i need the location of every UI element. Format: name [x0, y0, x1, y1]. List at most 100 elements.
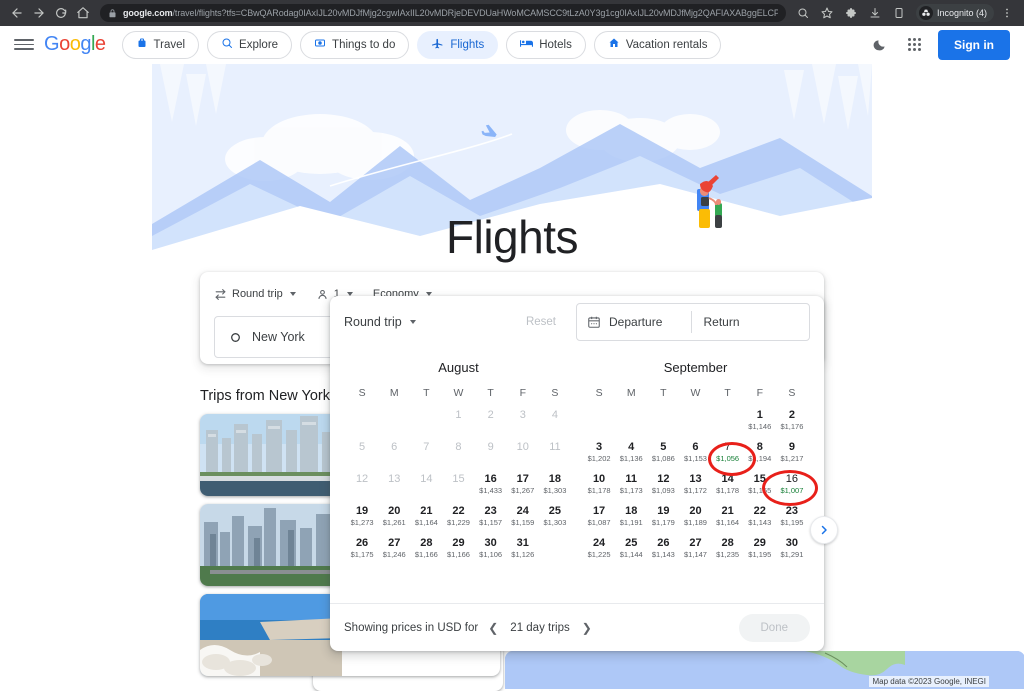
chrome-menu-icon[interactable]: [996, 2, 1018, 24]
nav-chip-explore[interactable]: Explore: [207, 30, 293, 59]
calendar-day-august-24[interactable]: 24 $1,159: [507, 505, 539, 535]
calendar-day-september-20[interactable]: 20 $1,189: [679, 505, 711, 535]
calendar-day-september-17[interactable]: 17 $1,087: [583, 505, 615, 535]
main-menu-icon[interactable]: [14, 35, 34, 55]
dialog-trip-type-selector[interactable]: Round trip: [344, 315, 416, 329]
calendar-day-september-19[interactable]: 19 $1,179: [647, 505, 679, 535]
nav-chip-flights[interactable]: Flights: [417, 30, 499, 59]
address-bar[interactable]: google.com/travel/flights?tfs=CBwQARodag…: [100, 4, 786, 22]
calendar-day-september-11[interactable]: 11 $1,173: [615, 473, 647, 503]
calendar-day-september-28[interactable]: 28 $1,235: [712, 537, 744, 567]
calendar-day-august-25[interactable]: 25 $1,303: [539, 505, 571, 535]
sign-in-button[interactable]: Sign in: [938, 29, 1010, 60]
calendar-day-september-12[interactable]: 12 $1,093: [647, 473, 679, 503]
day-number: 22: [452, 505, 465, 517]
calendar-day-august-19[interactable]: 19 $1,273: [346, 505, 378, 535]
calendar-day-september-27[interactable]: 27 $1,147: [679, 537, 711, 567]
calendar-day-september-10[interactable]: 10 $1,178: [583, 473, 615, 503]
calendar-week-row: 19 $1,273 20 $1,261 21 $1,164 22 $1,229 23 $1,157…: [346, 505, 571, 535]
calendar-day-september-3[interactable]: 3 $1,202: [583, 441, 615, 471]
url-path: /travel/flights?tfs=CBwQARodag0IAxIJL20v…: [172, 8, 778, 18]
done-button[interactable]: Done: [738, 613, 810, 642]
calendar-day-august-20[interactable]: 20 $1,261: [378, 505, 410, 535]
month-september: September SMTWTFS 1 $1,146 2 $1,176 3 $1,202 4…: [577, 354, 814, 603]
moon-icon[interactable]: [870, 35, 890, 55]
apps-grid-icon[interactable]: [904, 35, 924, 55]
nav-chip-travel[interactable]: Travel: [121, 30, 200, 59]
calendar-day-september-18[interactable]: 18 $1,191: [615, 505, 647, 535]
calendar-day-september-26[interactable]: 26 $1,143: [647, 537, 679, 567]
calendar-day-august-7: 7: [410, 441, 442, 471]
calendar-day-september-16[interactable]: 16 $1,007: [776, 473, 808, 503]
calendar-day-september-22[interactable]: 22 $1,143: [744, 505, 776, 535]
calendar-day-august-10: 10: [507, 441, 539, 471]
next-month-button[interactable]: [810, 516, 838, 544]
calendar-day-september-24[interactable]: 24 $1,225: [583, 537, 615, 567]
calendar-day-september-7[interactable]: 7 $1,056: [712, 441, 744, 471]
day-price: $1,146: [748, 422, 772, 431]
forward-button[interactable]: [28, 2, 50, 24]
calendar-day-september-21[interactable]: 21 $1,164: [712, 505, 744, 535]
day-number: 12: [355, 473, 369, 485]
calendar-day-august-22[interactable]: 22 $1,229: [442, 505, 474, 535]
downloads-icon[interactable]: [864, 2, 886, 24]
calendar-day-august-21[interactable]: 21 $1,164: [410, 505, 442, 535]
trip-type-selector[interactable]: Round trip: [214, 288, 296, 301]
prev-trip-length-button[interactable]: ❮: [488, 621, 498, 635]
lock-icon: [109, 8, 116, 17]
incognito-profile-button[interactable]: Incognito (4): [915, 4, 994, 22]
calendar-day-september-25[interactable]: 25 $1,144: [615, 537, 647, 567]
day-price: $1,246: [382, 550, 406, 559]
departure-input[interactable]: Departure: [577, 315, 691, 329]
zoom-icon[interactable]: [792, 2, 814, 24]
google-logo[interactable]: Google: [44, 33, 106, 56]
calendar-day-september-1[interactable]: 1 $1,146: [744, 409, 776, 439]
weekday-label: S: [358, 387, 366, 399]
calendar-day-august-16[interactable]: 16 $1,433: [475, 473, 507, 503]
devices-icon[interactable]: [888, 2, 910, 24]
day-number: 27: [388, 537, 401, 549]
calendar-day-september-2[interactable]: 2 $1,176: [776, 409, 808, 439]
calendar-day-august-23[interactable]: 23 $1,157: [475, 505, 507, 535]
weekday-label: S: [788, 387, 796, 399]
home-button[interactable]: [72, 2, 94, 24]
calendar-day-september-13[interactable]: 13 $1,172: [679, 473, 711, 503]
calendar-day-september-15[interactable]: 15 $1,165: [744, 473, 776, 503]
next-trip-length-button[interactable]: ❯: [582, 621, 592, 635]
calendar-day-august-28[interactable]: 28 $1,166: [410, 537, 442, 567]
reload-button[interactable]: [50, 2, 72, 24]
calendar-day-september-5[interactable]: 5 $1,086: [647, 441, 679, 471]
calendar-day-august-30[interactable]: 30 $1,106: [475, 537, 507, 567]
calendar-day-september-4[interactable]: 4 $1,136: [615, 441, 647, 471]
calendar-day-august-27[interactable]: 27 $1,246: [378, 537, 410, 567]
back-button[interactable]: [6, 2, 28, 24]
bookmark-star-icon[interactable]: [816, 2, 838, 24]
extensions-icon[interactable]: [840, 2, 862, 24]
calendar-day-september-8[interactable]: 8 $1,194: [744, 441, 776, 471]
calendar-day-august-31[interactable]: 31 $1,126: [507, 537, 539, 567]
url-text: google.com/travel/flights?tfs=CBwQARodag…: [123, 8, 778, 18]
calendar-day-august-17[interactable]: 17 $1,267: [507, 473, 539, 503]
nav-chip-things-to-do[interactable]: Things to do: [300, 30, 410, 59]
calendar-day-august-26[interactable]: 26 $1,175: [346, 537, 378, 567]
calendar-day-september-23[interactable]: 23 $1,195: [776, 505, 808, 535]
calendar-day-september-6[interactable]: 6 $1,153: [679, 441, 711, 471]
nav-chip-vacation-rentals[interactable]: Vacation rentals: [593, 30, 722, 59]
day-price: $1,147: [684, 550, 707, 559]
calendar-day-august-29[interactable]: 29 $1,166: [442, 537, 474, 567]
map-attribution: Map data ©2023 Google, INEGI: [869, 676, 989, 687]
day-number: 16: [484, 473, 497, 485]
day-price: $1,189: [684, 518, 707, 527]
day-number: 23: [484, 505, 497, 517]
nav-chip-hotels[interactable]: Hotels: [506, 30, 586, 59]
reset-button[interactable]: Reset: [526, 316, 556, 328]
calendar-day-september-9[interactable]: 9 $1,217: [776, 441, 808, 471]
weekday-label: T: [487, 387, 494, 399]
calendar-day-september-30[interactable]: 30 $1,291: [776, 537, 808, 567]
calendar-day-august-18[interactable]: 18 $1,303: [539, 473, 571, 503]
return-input[interactable]: Return: [692, 315, 810, 329]
day-number: 16: [785, 473, 799, 485]
calendar-day-september-29[interactable]: 29 $1,195: [744, 537, 776, 567]
calendar-day-september-14[interactable]: 14 $1,178: [712, 473, 744, 503]
day-number: 14: [420, 473, 433, 485]
